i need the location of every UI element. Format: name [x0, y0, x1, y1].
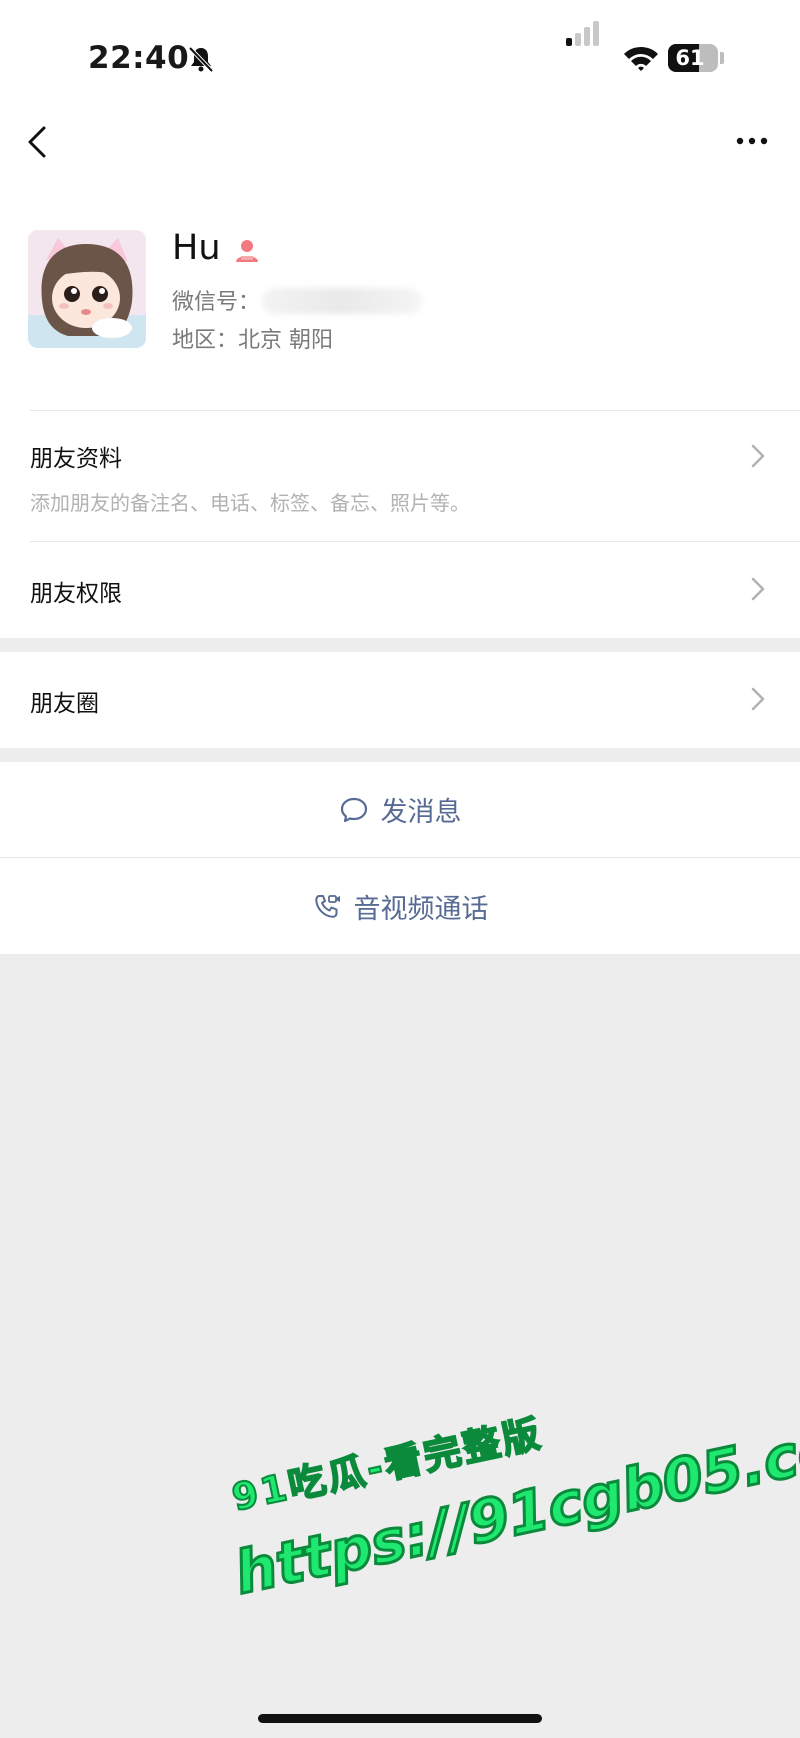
profile-region: 地区：北京 朝阳	[172, 328, 333, 353]
chevron-right-icon	[751, 687, 765, 711]
home-indicator[interactable]	[258, 1714, 542, 1723]
moments-title: 朋友圈	[30, 691, 99, 717]
profile-name: Hu	[172, 228, 221, 268]
friend-permissions-title: 朋友权限	[30, 581, 122, 607]
video-call-label: 音视频通话	[353, 894, 489, 925]
battery-tip	[720, 52, 724, 64]
female-icon	[236, 240, 258, 262]
friend-info-row[interactable]: 朋友资料 添加朋友的备注名、电话、标签、备忘、照片等。	[0, 411, 800, 541]
more-icon[interactable]	[734, 126, 770, 156]
moments-row[interactable]: 朋友圈	[0, 652, 800, 748]
friend-permissions-row[interactable]: 朋友权限	[0, 542, 800, 638]
wechat-id-redacted	[262, 288, 422, 314]
wechat-id-label: 微信号：	[172, 290, 261, 315]
friend-info-subtitle: 添加朋友的备注名、电话、标签、备忘、照片等。	[30, 491, 470, 515]
chevron-right-icon	[751, 577, 765, 601]
battery-level: 61	[675, 46, 705, 70]
back-arrow-icon[interactable]	[22, 122, 52, 162]
status-time: 22:40	[88, 40, 190, 76]
bell-slash-icon	[188, 46, 214, 73]
divider	[0, 857, 800, 858]
video-call-button[interactable]: 音视频通话	[0, 887, 800, 926]
video-call-icon	[314, 894, 340, 918]
chevron-right-icon	[751, 444, 765, 468]
send-message-label: 发消息	[380, 797, 462, 828]
friend-info-title: 朋友资料	[30, 446, 122, 472]
send-message-button[interactable]: 发消息	[0, 790, 800, 829]
wifi-icon	[624, 46, 658, 71]
battery-icon: 61	[668, 44, 718, 72]
avatar[interactable]	[28, 230, 146, 348]
chat-bubble-icon	[340, 797, 367, 822]
